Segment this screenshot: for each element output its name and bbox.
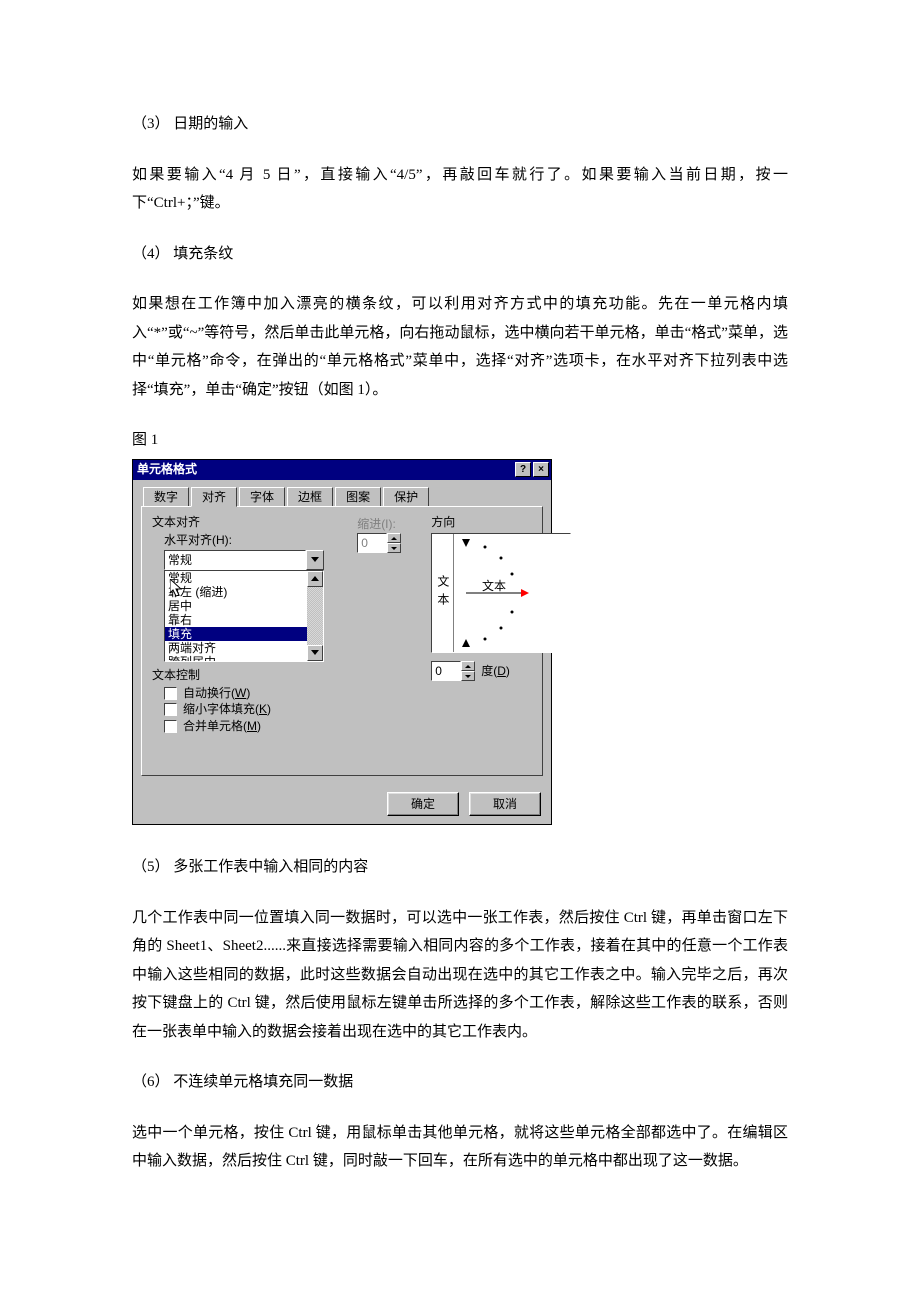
horizontal-align-listbox[interactable]: 常规 靠左 (缩进) 居中 靠右 填充 两端对齐 跨列居中 — [164, 570, 324, 662]
list-item[interactable]: 居中 — [165, 599, 307, 613]
list-item[interactable]: 靠右 — [165, 613, 307, 627]
indent-spinner[interactable]: 0 — [357, 533, 401, 553]
orientation-control[interactable]: 文本 文本 — [431, 533, 571, 653]
spin-up-button[interactable] — [461, 661, 475, 671]
degrees-label: 度(D) — [481, 664, 510, 678]
tab-protection[interactable]: 保护 — [383, 487, 429, 507]
list-scrollbar[interactable] — [307, 571, 323, 661]
dialog-titlebar[interactable]: 单元格格式 ? × — [133, 460, 551, 480]
chevron-up-icon — [465, 665, 471, 668]
checkbox-icon — [164, 703, 177, 716]
section-5-heading: （5） 多张工作表中输入相同的内容 — [132, 853, 788, 882]
chevron-down-icon — [391, 547, 397, 550]
section-3-body: 如果要输入“4 月 5 日”，直接输入“4/5”，再敲回车就行了。如果要输入当前… — [132, 161, 788, 218]
spin-down-button[interactable] — [461, 671, 475, 681]
spin-down-button[interactable] — [387, 543, 401, 553]
indent-value[interactable]: 0 — [357, 533, 387, 553]
tab-strip: 数字 对齐 字体 边框 图案 保护 — [141, 486, 543, 506]
chevron-up-icon — [311, 576, 319, 581]
tab-font[interactable]: 字体 — [239, 487, 285, 507]
scroll-up-button[interactable] — [307, 571, 323, 587]
horizontal-align-combo[interactable]: 常规 — [164, 550, 324, 570]
figure-1-caption: 图 1 — [132, 426, 788, 455]
orientation-dial[interactable]: 文本 — [454, 534, 572, 652]
wrap-text-label: 自动换行(W) — [183, 686, 250, 700]
chevron-down-icon — [311, 650, 319, 655]
orientation-vertical-text[interactable]: 文本 — [432, 534, 454, 652]
section-4-body: 如果想在工作簿中加入漂亮的横条纹，可以利用对齐方式中的填充功能。先在一单元格内填… — [132, 290, 788, 404]
orientation-label: 方向 — [431, 515, 571, 529]
horizontal-align-value[interactable]: 常规 — [164, 550, 306, 570]
merge-cells-label: 合并单元格(M) — [183, 719, 261, 733]
shrink-to-fit-label: 缩小字体填充(K) — [183, 702, 271, 716]
tab-border[interactable]: 边框 — [287, 487, 333, 507]
section-3-heading: （3） 日期的输入 — [132, 110, 788, 139]
help-button[interactable]: ? — [515, 462, 531, 477]
tab-pattern[interactable]: 图案 — [335, 487, 381, 507]
tab-number[interactable]: 数字 — [143, 487, 189, 507]
chevron-down-icon — [465, 675, 471, 678]
checkbox-icon — [164, 720, 177, 733]
chevron-up-icon — [391, 537, 397, 540]
combo-drop-button[interactable] — [306, 550, 324, 570]
dialog-title: 单元格格式 — [137, 462, 197, 476]
chevron-down-icon — [311, 557, 319, 562]
tab-alignment[interactable]: 对齐 — [191, 487, 237, 507]
checkbox-icon — [164, 687, 177, 700]
list-item-selected[interactable]: 填充 — [165, 627, 307, 641]
list-item[interactable]: 靠左 (缩进) — [165, 585, 307, 599]
section-6-heading: （6） 不连续单元格填充同一数据 — [132, 1068, 788, 1097]
merge-cells-checkbox[interactable]: 合并单元格(M) — [164, 719, 357, 733]
list-item[interactable]: 跨列居中 — [165, 655, 307, 661]
close-button[interactable]: × — [533, 462, 549, 477]
indent-label: 缩进(I): — [357, 517, 401, 531]
cell-format-dialog: 单元格格式 ? × 数字 对齐 字体 边框 图案 保护 文本对齐 水平对齐(H)… — [132, 459, 552, 826]
section-6-body: 选中一个单元格，按住 Ctrl 键，用鼠标单击其他单元格，就将这些单元格全部都选… — [132, 1119, 788, 1176]
spin-up-button[interactable] — [387, 533, 401, 543]
cancel-button[interactable]: 取消 — [469, 792, 541, 816]
section-4-heading: （4） 填充条纹 — [132, 240, 788, 269]
ok-button[interactable]: 确定 — [387, 792, 459, 816]
section-5-body: 几个工作表中同一位置填入同一数据时，可以选中一张工作表，然后按住 Ctrl 键，… — [132, 904, 788, 1047]
shrink-to-fit-checkbox[interactable]: 缩小字体填充(K) — [164, 702, 357, 716]
list-item[interactable]: 两端对齐 — [165, 641, 307, 655]
text-control-label: 文本控制 — [152, 668, 357, 682]
wrap-text-checkbox[interactable]: 自动换行(W) — [164, 686, 357, 700]
degrees-spinner[interactable]: 0 — [431, 661, 475, 681]
orientation-text: 文本 — [482, 578, 506, 593]
list-item[interactable]: 常规 — [165, 571, 307, 585]
scroll-down-button[interactable] — [307, 645, 323, 661]
scroll-track[interactable] — [307, 587, 323, 645]
horizontal-align-label: 水平对齐(H): — [164, 533, 357, 547]
degrees-value[interactable]: 0 — [431, 661, 461, 681]
text-alignment-label: 文本对齐 — [152, 515, 357, 529]
